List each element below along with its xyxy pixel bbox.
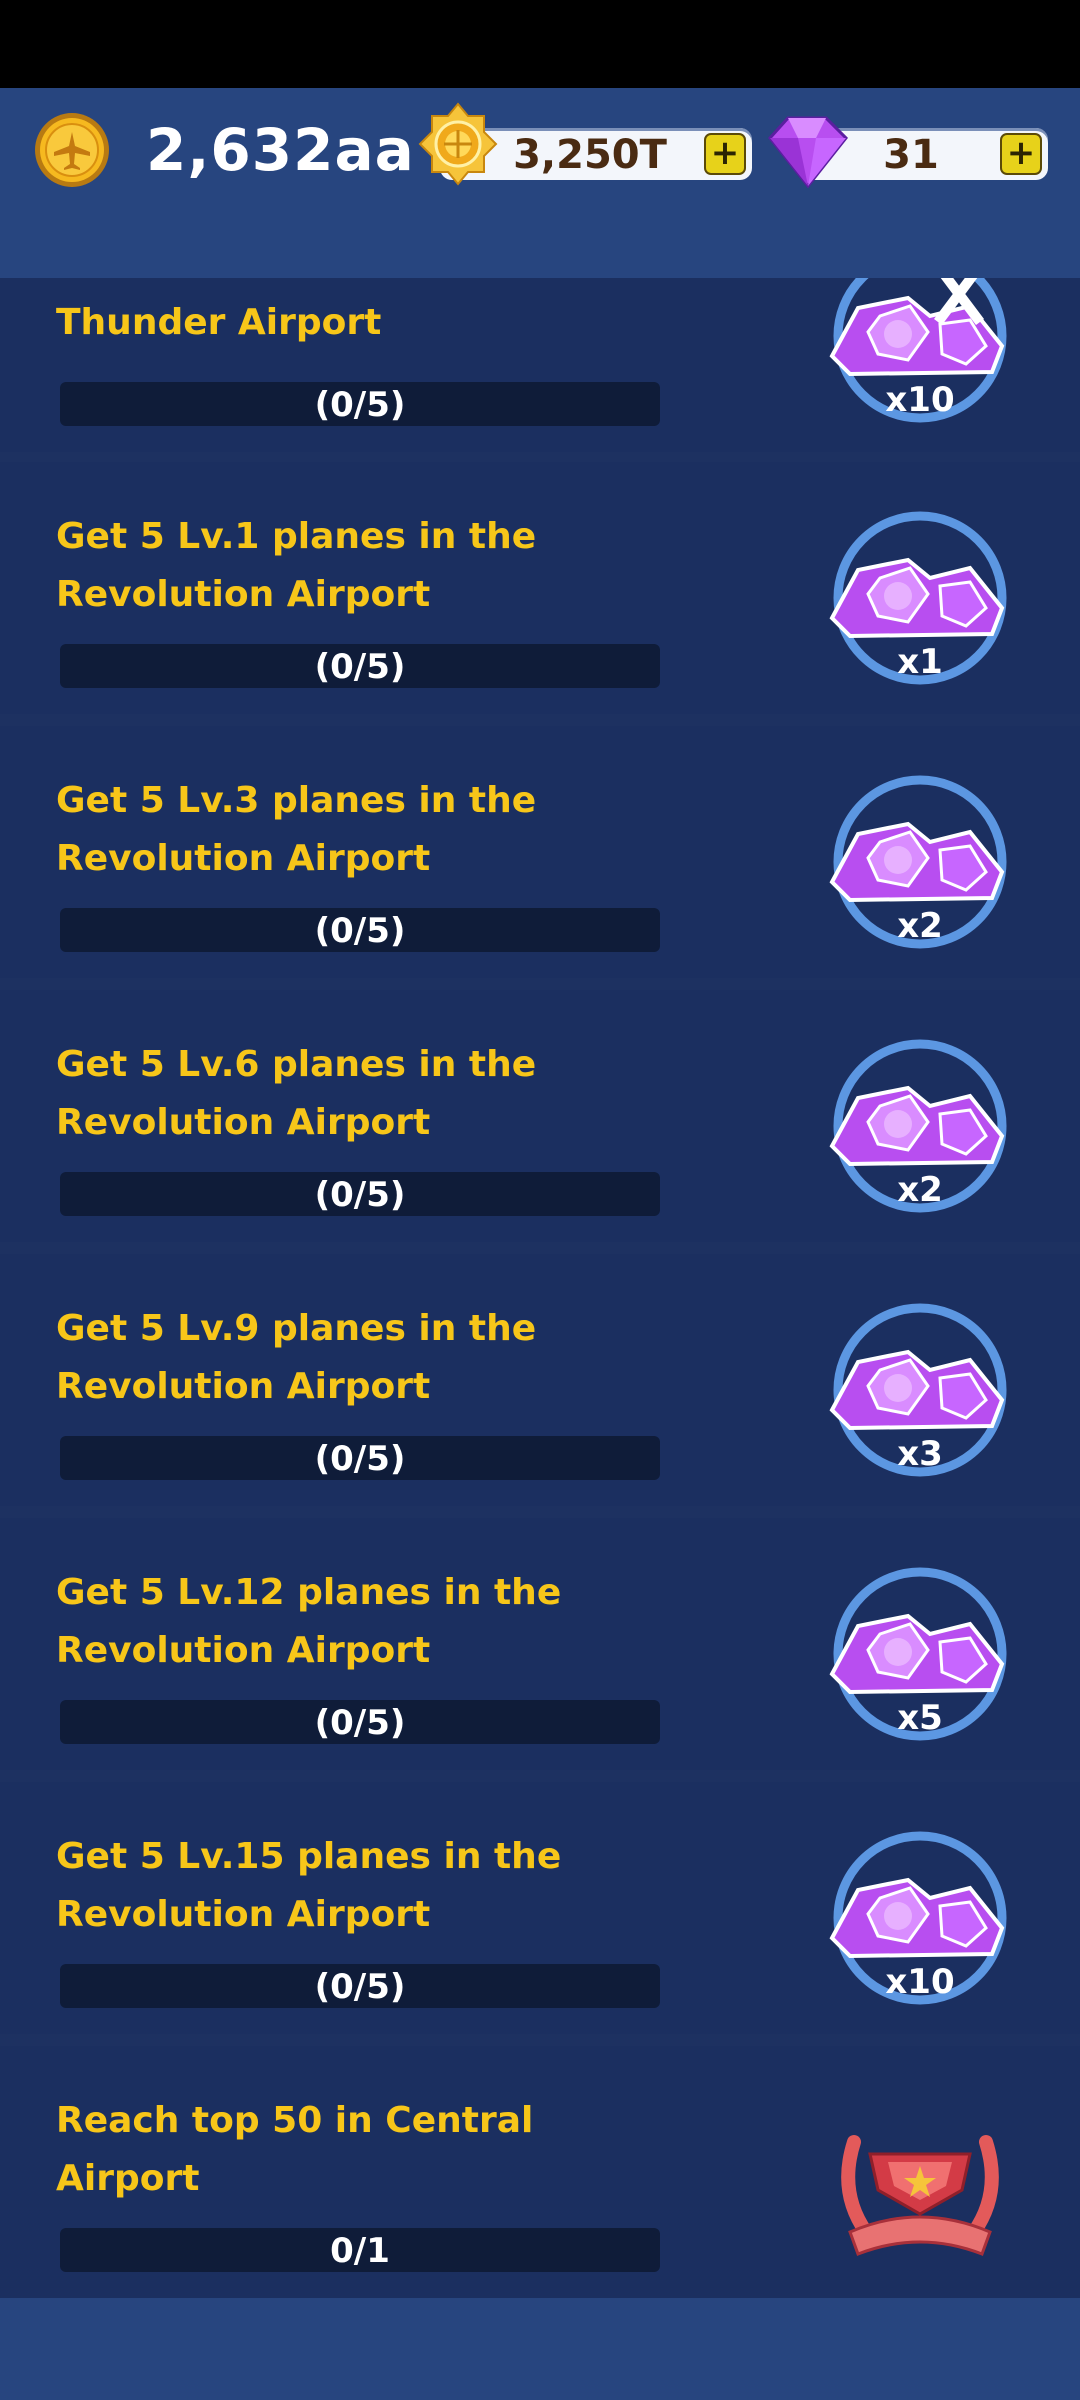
progress-bar: (0/5) [60,1436,660,1480]
medal-balance: 3,250T [513,132,667,178]
mission-title: Reach top 50 in Central Airport [56,2100,534,2199]
reward-count: x3 [897,1434,943,1474]
mission-title: Get 5 Lv.1 planes in the Revolution Airp… [56,516,537,615]
mission-card: Get 5 Lv.9 planes in the Revolution Airp… [0,1254,1080,1506]
gem-icon [768,116,849,189]
reward-count: x2 [897,1170,943,1210]
mission-title: Get 5 Lv.3 planes in the Revolution Airp… [56,780,537,879]
progress-text: (0/5) [314,1175,406,1215]
progress-text: 0/1 [330,2231,390,2271]
status-bar [0,0,1080,88]
mission-card: Reach top 50 in Central Airport 0/1 [0,2046,1080,2298]
currency-bar: 2,632aa 3,250T + 31 + [0,88,1080,278]
mission-card: Get 5 Lv.6 planes in the Revolution Airp… [0,990,1080,1242]
progress-text: (0/5) [314,647,406,687]
rank-badge-icon[interactable] [820,2082,1020,2282]
progress-text: (0/5) [314,1439,406,1479]
progress-bar: 0/1 [60,2228,660,2272]
progress-bar: (0/5) [60,1964,660,2008]
gem-balance: 31 [883,132,939,178]
mission-title: Get 5 Lv.6 planes in the Revolution Airp… [56,1044,537,1143]
progress-bar: (0/5) [60,644,660,688]
add-medals-button[interactable]: + [704,133,746,175]
reward-count: x5 [897,1698,943,1738]
mission-title: Get 5 Lv.12 planes in the Revolution Air… [56,1572,562,1671]
mission-card: Get 5 Lv.12 planes in the Revolution Air… [0,1518,1080,1770]
mission-card: Get 5 Lv.1 planes in the Revolution Airp… [0,462,1080,714]
coin-plane-icon [35,113,109,187]
mission-card: Get 5 Lv.15 planes in the Revolution Air… [0,1782,1080,2034]
reward-count: x2 [897,906,943,946]
progress-bar: (0/5) [60,1700,660,1744]
mission-card: Get 5 Lv.3 planes in the Revolution Airp… [0,726,1080,978]
progress-text: (0/5) [314,911,406,951]
progress-bar: (0/5) [60,382,660,426]
progress-text: (0/5) [314,1967,406,2007]
medal-icon [418,102,498,186]
mission-title: Get 5 Lv.9 planes in the Revolution Airp… [56,1308,537,1407]
progress-text: (0/5) [314,1703,406,1743]
progress-text: (0/5) [314,385,406,425]
mission-title: Get 5 Lv.15 planes in the Revolution Air… [56,1836,562,1935]
bottom-panel [0,2298,1080,2400]
mission-list[interactable]: Thunder Airport (0/5) x10 Get 5 Lv.1 pla… [0,278,1080,2298]
mission-title: Thunder Airport [56,302,382,343]
progress-bar: (0/5) [60,908,660,952]
reward-count: x10 [885,1962,955,2002]
coin-balance: 2,632aa [146,116,415,184]
mission-card: Thunder Airport (0/5) x10 [0,278,1080,452]
progress-bar: (0/5) [60,1172,660,1216]
reward-count: x1 [897,642,943,682]
reward-count: x10 [885,380,955,420]
add-gems-button[interactable]: + [1000,133,1042,175]
